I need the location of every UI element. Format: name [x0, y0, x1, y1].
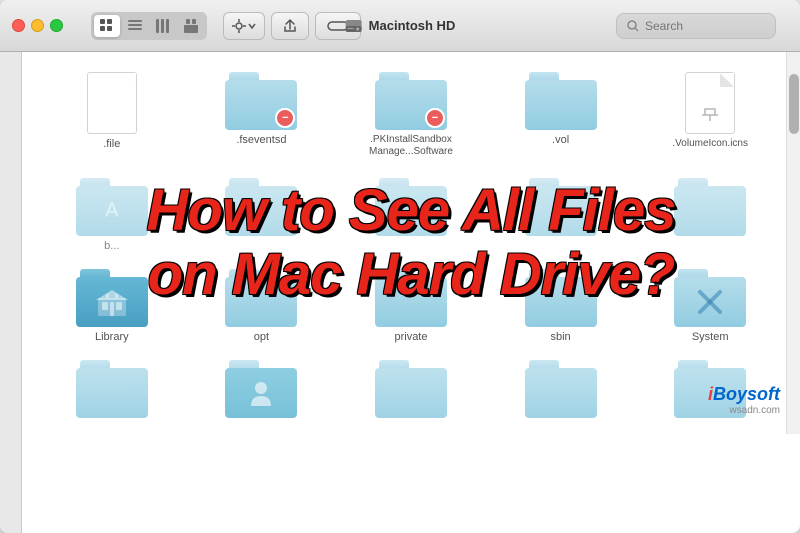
folder-icon — [674, 178, 746, 236]
list-item[interactable] — [192, 178, 332, 253]
icon-view-button[interactable] — [94, 15, 120, 37]
folder-icon — [525, 269, 597, 327]
grid-icon — [100, 19, 114, 33]
file-icon — [87, 72, 137, 134]
file-name: .VolumeIcon.icns — [672, 138, 748, 150]
content-wrapper: .file − .fseventsd — [22, 52, 800, 434]
file-name: .vol — [552, 134, 569, 147]
folder-icon — [76, 360, 148, 418]
action-button[interactable] — [223, 12, 265, 40]
file-icon — [685, 72, 735, 134]
system-x-icon — [696, 288, 724, 316]
file-name: Library — [95, 331, 129, 344]
gear-icon — [232, 19, 246, 33]
list-item[interactable] — [42, 360, 182, 418]
traffic-lights — [12, 19, 63, 32]
file-name: sbin — [551, 331, 571, 344]
share-button[interactable] — [271, 12, 309, 40]
iboysoft-watermark: iBoysoft wsadn.com — [708, 384, 780, 416]
folder-icon — [525, 360, 597, 418]
scrollbar-thumb[interactable] — [789, 74, 799, 134]
file-grid-row3: Library opt — [22, 269, 800, 360]
file-name: .PKInstallSandbox Manage...Software — [366, 134, 456, 158]
file-grid-row2: A b... — [22, 178, 800, 269]
list-item[interactable]: System — [640, 269, 780, 344]
hard-drive-icon — [345, 17, 363, 35]
folder-person-icon — [225, 360, 297, 418]
folder-icon: − — [225, 72, 297, 130]
finder-window: Macintosh HD .file — [0, 0, 800, 533]
maximize-button[interactable] — [50, 19, 63, 32]
iboysoft-logo: iBoysoft — [708, 384, 780, 405]
search-icon — [627, 20, 639, 32]
list-item[interactable]: Library — [42, 269, 182, 344]
folder-icon — [525, 178, 597, 236]
file-name: b... — [104, 240, 119, 253]
list-item[interactable]: private — [341, 269, 481, 344]
view-mode-group — [91, 12, 207, 40]
columns-icon — [156, 19, 170, 33]
list-item[interactable] — [491, 178, 631, 253]
file-name: System — [692, 331, 729, 344]
gallery-icon — [184, 19, 198, 33]
file-name: opt — [254, 331, 269, 344]
folder-system-icon — [674, 269, 746, 327]
close-button[interactable] — [12, 19, 25, 32]
list-item[interactable] — [491, 360, 631, 418]
file-name: .file — [103, 138, 120, 151]
sidebar — [0, 52, 22, 533]
folder-icon — [375, 269, 447, 327]
folder-library-icon — [76, 269, 148, 327]
file-content-icon — [700, 105, 720, 125]
folder-body: − — [225, 80, 297, 130]
restricted-badge: − — [425, 108, 445, 128]
gallery-view-button[interactable] — [178, 15, 204, 37]
main-area: .file − .fseventsd — [0, 52, 800, 533]
iboysoft-sub: wsadn.com — [729, 405, 780, 416]
content-area: .file − .fseventsd — [22, 52, 800, 533]
search-input[interactable] — [645, 19, 765, 33]
list-item[interactable]: − .PKInstallSandbox Manage...Software — [341, 72, 481, 158]
library-building-icon — [96, 288, 128, 316]
folder-icon: − — [375, 72, 447, 130]
list-item[interactable]: .vol — [491, 72, 631, 158]
search-bar[interactable] — [616, 13, 776, 39]
list-item[interactable]: sbin — [491, 269, 631, 344]
list-item[interactable] — [341, 178, 481, 253]
window-title: Macintosh HD — [345, 17, 456, 35]
vertical-scrollbar[interactable] — [786, 52, 800, 434]
folder-icon: A — [76, 178, 148, 236]
file-grid-row1: .file − .fseventsd — [22, 52, 800, 178]
file-grid-row4 — [22, 360, 800, 434]
file-name: private — [394, 331, 427, 344]
person-icon — [247, 380, 275, 406]
list-view-button[interactable] — [122, 15, 148, 37]
folder-icon — [375, 178, 447, 236]
list-item[interactable] — [640, 178, 780, 253]
folder-icon — [525, 72, 597, 130]
titlebar: Macintosh HD — [0, 0, 800, 52]
folder-icon — [375, 360, 447, 418]
list-item[interactable]: A b... — [42, 178, 182, 253]
minimize-button[interactable] — [31, 19, 44, 32]
list-item[interactable]: opt — [192, 269, 332, 344]
folder-icon — [225, 178, 297, 236]
folder-icon — [225, 269, 297, 327]
iboysoft-logo-rest: Boysoft — [713, 384, 780, 404]
restricted-badge: − — [275, 108, 295, 128]
list-item[interactable] — [341, 360, 481, 418]
list-item[interactable] — [192, 360, 332, 418]
list-item[interactable]: − .fseventsd — [192, 72, 332, 158]
file-name: .fseventsd — [236, 134, 286, 147]
list-item[interactable]: .VolumeIcon.icns — [640, 72, 780, 158]
chevron-down-icon — [248, 22, 256, 30]
column-view-button[interactable] — [150, 15, 176, 37]
list-item[interactable]: .file — [42, 72, 182, 158]
list-icon — [128, 19, 142, 33]
share-icon — [282, 18, 298, 34]
